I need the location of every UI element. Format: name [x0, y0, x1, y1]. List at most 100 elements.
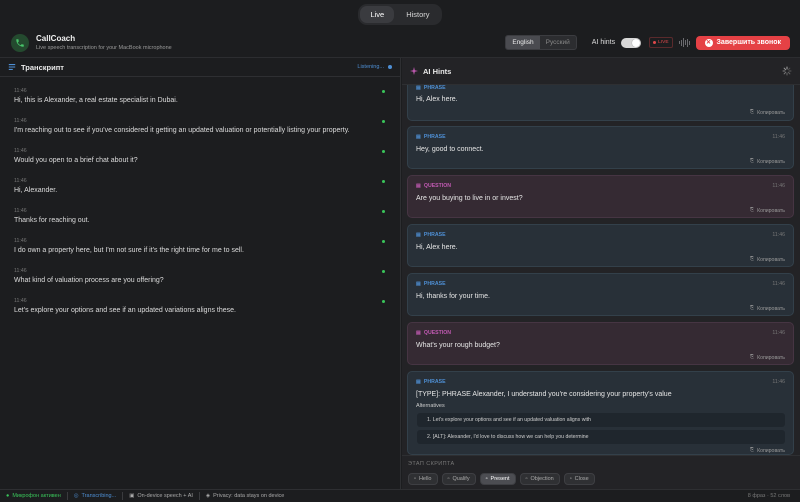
hint-type-label: PHRASE [423, 134, 446, 140]
message-text: Would you open to a brief chat about it? [14, 157, 138, 164]
hint-card: ▤ PHRASE Hi, Alex here. ⎘ Копировать [407, 85, 794, 121]
message-text: I do own a property here, but I'm not su… [14, 247, 244, 254]
hint-card: ▤ QUESTION 11:46 What's your rough budget… [407, 322, 794, 365]
question-icon: ▤ [416, 183, 421, 189]
copy-button[interactable]: ⎘ Копировать [750, 207, 785, 214]
stage-present[interactable]: ▫ Present [479, 473, 516, 485]
copy-button[interactable]: ⎘ Копировать [750, 305, 785, 312]
audio-level-icon [678, 38, 690, 48]
tab-live[interactable]: Live [360, 5, 395, 23]
transcribing-status: ◎ Transcribing... [68, 493, 122, 499]
message-text: I'm reaching out to see if you've consid… [14, 127, 350, 134]
stage-label: Qualify [452, 476, 470, 482]
copy-icon: ⎘ [749, 447, 755, 453]
hints-title: AI Hints [423, 66, 452, 76]
copy-button[interactable]: ⎘ Копировать [750, 354, 785, 361]
message-time: 11:46 [14, 118, 27, 124]
hint-type-label: PHRASE [423, 232, 446, 238]
hint-type-label: PHRASE [423, 379, 446, 385]
hints-header: AI Hints [402, 58, 800, 85]
chip-icon: ▣ [129, 493, 135, 499]
stage-objection[interactable]: ▫ Objection [519, 473, 560, 485]
status-dot-icon [382, 150, 385, 153]
hint-text: [TYPE]: PHRASE Alexander, I understand y… [416, 391, 672, 398]
alternative-item[interactable]: 2. [ALT]: Alexander, I'd love to discuss… [417, 430, 785, 444]
transcribing-label: Transcribing... [81, 493, 117, 499]
transcript-message: 11:46 Thanks for reaching out. [14, 208, 389, 224]
message-time: 11:46 [14, 268, 27, 274]
message-text: Let's explore your options and see if an… [14, 307, 236, 314]
hint-type-label: QUESTION [423, 183, 451, 189]
status-dot-icon [382, 210, 385, 213]
message-text: Hi, Alexander. [14, 187, 58, 194]
copy-button[interactable]: ⎘ Копировать [750, 256, 785, 263]
hint-time: 11:46 [772, 232, 785, 238]
copy-label: Копировать [757, 256, 785, 263]
transcript-title: Транскрипт [21, 62, 64, 72]
chat-icon: ▤ [416, 85, 421, 91]
hint-time: 11:46 [772, 379, 785, 385]
hint-card: ▤ QUESTION 11:46 Are you buying to live i… [407, 175, 794, 218]
transcript-message: 11:46 Let's explore your options and see… [14, 298, 389, 314]
alternatives-label: Alternatives [416, 403, 445, 409]
tab-history[interactable]: History [396, 6, 439, 23]
copy-label: Копировать [757, 207, 785, 214]
lock-icon: ◈ [205, 493, 211, 499]
sparkle-icon [410, 67, 418, 75]
hint-time: 11:46 [772, 330, 785, 336]
hint-time: 11:46 [772, 281, 785, 287]
copy-button[interactable]: ⎘ Копировать [750, 158, 785, 165]
hint-text: Hey, good to connect. [416, 146, 484, 153]
stage-hello[interactable]: ▫ Hello [408, 473, 438, 485]
hint-type: ▤ PHRASE [416, 281, 446, 287]
hint-type-label: PHRASE [423, 85, 446, 91]
mic-dot-icon: ● [6, 493, 10, 499]
message-text: Thanks for reaching out. [14, 217, 90, 224]
stage-qualify[interactable]: ▫ Qualify [441, 473, 476, 485]
transcript-message: 11:46 Would you open to a brief chat abo… [14, 148, 389, 164]
stage-icon: ▫ [447, 476, 450, 482]
top-nav: Live History [0, 0, 800, 28]
stage-close[interactable]: ▫ Close [563, 473, 595, 485]
app-header: CallCoach Live speech transcription for … [0, 28, 800, 58]
hint-type: ▤ PHRASE [416, 232, 446, 238]
hint-type-label: QUESTION [423, 330, 451, 336]
hint-card: ▤ PHRASE 11:46 Hi, thanks for your time. … [407, 273, 794, 316]
live-dot-icon [653, 41, 657, 44]
listening-status: Listening... [357, 64, 392, 70]
stages-label: ЭТАП СКРИПТА [408, 461, 455, 467]
ai-hints-panel: AI Hints ▤ PHRASE Hi, Alex here. ⎘ Копиров… [402, 58, 800, 489]
stage-label: Hello [418, 476, 432, 482]
copy-label: Копировать [757, 354, 785, 361]
message-time: 11:46 [14, 178, 27, 184]
chat-icon: ▤ [416, 281, 421, 287]
message-time: 11:46 [14, 238, 27, 244]
hint-time: 11:46 [772, 134, 785, 140]
end-call-label: Завершить звонок [716, 39, 781, 46]
privacy-status: ◈ Privacy: data stays on device [200, 493, 290, 499]
copy-icon: ⎘ [749, 354, 755, 360]
app-name: CallCoach [36, 34, 76, 43]
end-call-button[interactable]: ✕ Завершить звонок [695, 35, 790, 50]
lang-english[interactable]: English [506, 36, 540, 49]
transcript-panel: Транскрипт Listening... 11:46 Hi, this i… [0, 58, 401, 489]
view-switcher: Live History [358, 3, 442, 25]
lang-russian[interactable]: Русский [540, 36, 576, 49]
hint-text: Hi, thanks for your time. [416, 293, 490, 300]
message-text: Hi, this is Alexander, a real estate spe… [14, 97, 178, 104]
copy-label: Копировать [757, 447, 785, 454]
chat-icon: ▤ [416, 379, 421, 385]
copy-icon: ⎘ [749, 207, 755, 213]
loading-spinner-icon [782, 66, 792, 76]
device-label: On-device speech + AI [137, 493, 193, 499]
alternative-item[interactable]: 1. Let's explore your options and see if… [417, 413, 785, 427]
ai-hints-toggle[interactable] [621, 37, 642, 48]
transcript-icon [8, 64, 16, 70]
copy-button[interactable]: ⎘ Копировать [750, 109, 785, 116]
copy-label: Копировать [757, 158, 785, 165]
copy-label: Копировать [757, 305, 785, 312]
status-dot-icon [382, 120, 385, 123]
copy-icon: ⎘ [749, 305, 755, 311]
copy-button[interactable]: ⎘ Копировать [750, 447, 785, 454]
live-badge: LIVE [649, 37, 673, 48]
